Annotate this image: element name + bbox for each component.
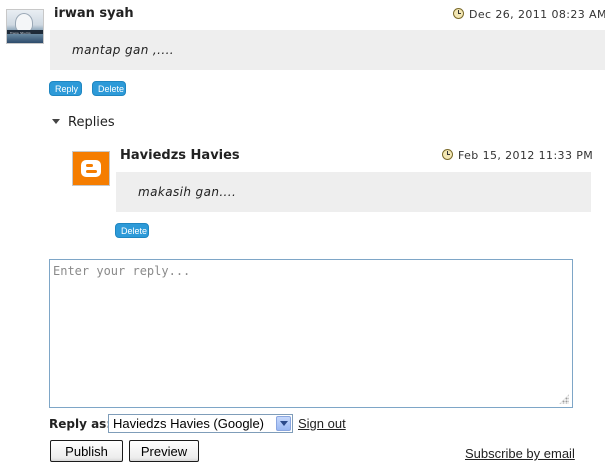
reply-timestamp: Feb 15, 2012 11:33 PM — [458, 149, 594, 162]
reply-avatar[interactable] — [72, 151, 110, 186]
reply-textarea[interactable] — [49, 259, 573, 408]
replies-toggle-label: Replies — [68, 115, 115, 130]
blogger-icon — [81, 160, 101, 177]
clock-icon — [453, 8, 464, 19]
sign-out-link[interactable]: Sign out — [298, 416, 346, 431]
identity-select-value: Haviedzs Havies (Google) — [113, 416, 265, 431]
avatar-caption: Trans Studio — [10, 31, 31, 35]
reply-timestamp-link[interactable]: Feb 15, 2012 11:33 PM — [442, 149, 593, 162]
replies-toggle[interactable]: Replies — [52, 115, 115, 130]
comment-author[interactable]: irwan syah — [54, 6, 134, 21]
dropdown-arrow-icon[interactable] — [276, 416, 291, 431]
reply-as-label: Reply as: — [49, 417, 112, 431]
subscribe-link[interactable]: Subscribe by email — [465, 446, 575, 461]
comment-body-box: mantap gan ,.... — [50, 30, 605, 70]
identity-select[interactable]: Haviedzs Havies (Google) — [108, 414, 293, 433]
comment-timestamp-link[interactable]: Dec 26, 2011 08:23 AM — [453, 8, 605, 21]
publish-button[interactable]: Publish — [50, 440, 123, 462]
reply-body-box: makasih gan.... — [116, 172, 591, 212]
comment-body: mantap gan ,.... — [72, 43, 175, 57]
reply-author[interactable]: Haviedzs Havies — [120, 148, 240, 163]
comment-timestamp: Dec 26, 2011 08:23 AM — [469, 8, 605, 21]
collapse-triangle-icon — [52, 119, 60, 124]
preview-button[interactable]: Preview — [129, 440, 199, 462]
delete-reply-button[interactable]: Delete — [115, 223, 149, 238]
delete-comment-button[interactable]: Delete — [92, 81, 126, 96]
commenter-avatar[interactable]: Trans Studio — [6, 9, 44, 44]
clock-icon — [442, 149, 453, 160]
reply-button[interactable]: Reply — [49, 81, 82, 96]
reply-body: makasih gan.... — [138, 185, 237, 199]
